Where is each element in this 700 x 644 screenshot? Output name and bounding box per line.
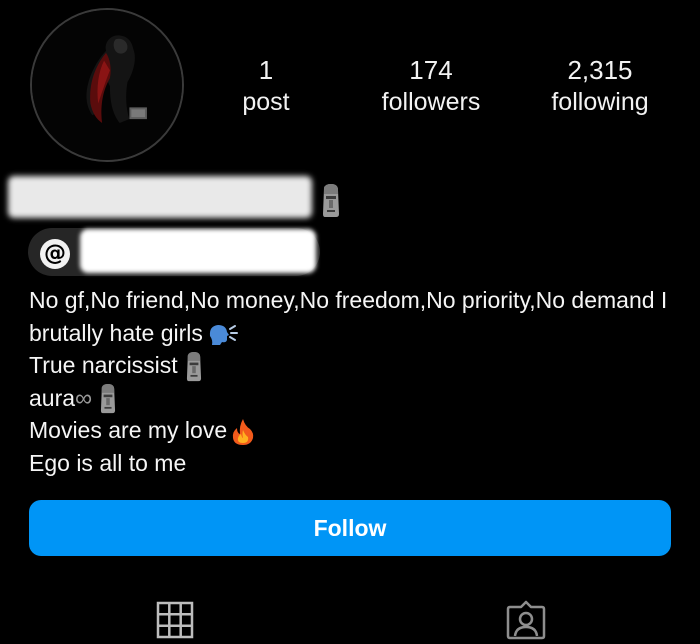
bio-line-2: True narcissist xyxy=(29,349,679,382)
posts-stat[interactable]: 1 post xyxy=(240,54,292,118)
bio-line-1-text: No gf,No friend,No money,No freedom,No p… xyxy=(29,287,668,346)
bio-line-3: aura∞ xyxy=(29,382,679,415)
grid-icon[interactable] xyxy=(156,601,194,639)
bio-line-3-text: aura xyxy=(29,384,76,411)
moai-emoji xyxy=(101,384,116,414)
threads-icon: @ xyxy=(40,239,70,269)
bio-line-2-text: True narcissist xyxy=(29,352,178,378)
redacted-name xyxy=(8,176,312,218)
fire-emoji xyxy=(232,418,254,445)
bio-line-5-text: Ego is all to me xyxy=(29,449,187,476)
followers-count: 174 xyxy=(409,55,453,85)
follow-button[interactable]: Follow xyxy=(29,500,671,556)
redacted-threads-handle xyxy=(80,229,316,273)
infinity-symbol: ∞ xyxy=(75,384,93,412)
speaking-head-emoji xyxy=(209,325,238,346)
profile-avatar[interactable] xyxy=(30,8,184,162)
followers-label: followers xyxy=(381,88,481,116)
bio-line-4-text: Movies are my love xyxy=(29,417,228,443)
profile-stats: 1 post 174 followers 2,315 following xyxy=(200,54,680,124)
bio-line-5: Ego is all to me xyxy=(29,447,679,480)
following-count: 2,315 xyxy=(567,55,633,85)
posts-label: post xyxy=(242,88,290,116)
posts-count: 1 xyxy=(258,55,274,85)
followers-stat[interactable]: 174 followers xyxy=(372,54,490,118)
profile-bio: No gf,No friend,No money,No freedom,No p… xyxy=(29,284,679,479)
tagged-person-icon[interactable] xyxy=(506,600,546,640)
moai-emoji xyxy=(186,351,201,382)
moai-emoji xyxy=(323,184,339,217)
bio-line-4: Movies are my love xyxy=(29,414,679,447)
following-label: following xyxy=(551,88,649,116)
thor-silhouette-avatar xyxy=(32,10,182,160)
following-stat[interactable]: 2,315 following xyxy=(536,54,664,118)
bio-line-1: No gf,No friend,No money,No freedom,No p… xyxy=(29,284,679,349)
